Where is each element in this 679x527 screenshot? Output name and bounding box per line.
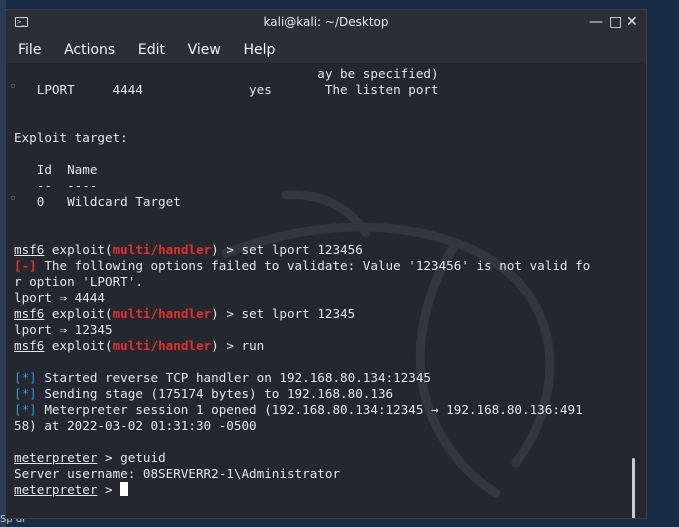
info-line: 58) at 2022-03-02 01:31:30 -0500 bbox=[14, 418, 257, 433]
menu-edit[interactable]: Edit bbox=[138, 37, 165, 63]
menu-actions[interactable]: Actions bbox=[64, 37, 115, 63]
msf-prompt: msf6 bbox=[14, 242, 45, 257]
command-text: set lport 123456 bbox=[241, 242, 363, 257]
prompt-text: exploit( bbox=[44, 306, 113, 321]
meterpreter-prompt: meterpreter bbox=[14, 450, 98, 465]
command-text: getuid bbox=[120, 450, 166, 465]
output-line: Server username: 08SERVERR2-1\Administra… bbox=[14, 466, 341, 481]
text-cursor[interactable] bbox=[120, 482, 129, 496]
msf-command-line: msf6 exploit(multi/handler) > set lport … bbox=[14, 306, 590, 322]
terminal-lines: ay be specified) LPORT 4444 yes The list… bbox=[14, 66, 590, 498]
prompt-text: exploit( bbox=[44, 242, 113, 257]
module-name: multi/handler bbox=[112, 242, 212, 257]
prompt-text: > bbox=[97, 450, 121, 465]
scrollbar[interactable] bbox=[632, 458, 635, 518]
info-line: [*] Started reverse TCP handler on 192.1… bbox=[14, 370, 590, 386]
error-text: The following options failed to validate… bbox=[36, 258, 591, 273]
maximize-icon[interactable]: □ bbox=[609, 13, 622, 31]
prompt-text: ) > bbox=[211, 338, 242, 353]
menu-help[interactable]: Help bbox=[244, 37, 276, 63]
info-text: Started reverse TCP handler on 192.168.8… bbox=[36, 370, 432, 385]
info-tag: [*] bbox=[14, 402, 37, 417]
info-tag: [*] bbox=[14, 370, 37, 385]
msf-prompt: msf6 bbox=[14, 306, 45, 321]
command-text: run bbox=[241, 338, 265, 353]
minimize-icon[interactable]: — bbox=[589, 13, 603, 31]
title-bar[interactable]: >_ kali@kali: ~/Desktop — □ ✕ bbox=[6, 10, 646, 37]
command-text: set lport 12345 bbox=[241, 306, 356, 321]
prompt-text: ) > bbox=[211, 242, 242, 257]
meterpreter-prompt: meterpreter bbox=[14, 482, 98, 497]
prompt-text: ) > bbox=[211, 306, 242, 321]
module-name: multi/handler bbox=[112, 306, 212, 321]
terminal-line: LPORT 4444 yes The listen port bbox=[14, 82, 439, 97]
prompt-text: > bbox=[97, 482, 121, 497]
meterpreter-input-line[interactable]: meterpreter > bbox=[14, 482, 590, 498]
info-tag: [*] bbox=[14, 386, 37, 401]
menu-file[interactable]: File bbox=[18, 37, 41, 63]
msf-command-line: msf6 exploit(multi/handler) > set lport … bbox=[14, 242, 590, 258]
terminal-line: Exploit target: bbox=[14, 130, 128, 145]
info-text: Meterpreter session 1 opened (192.168.80… bbox=[36, 402, 583, 417]
terminal-output[interactable]: ▫ ▫ ay be specified) LPORT 4444 yes The … bbox=[6, 63, 646, 518]
window-title: kali@kali: ~/Desktop bbox=[263, 15, 389, 29]
msf-command-line: msf6 exploit(multi/handler) > run bbox=[14, 338, 590, 354]
output-line: lport ⇒ 12345 bbox=[14, 322, 113, 337]
error-line: [-] The following options failed to vali… bbox=[14, 258, 590, 274]
info-line: [*] Sending stage (175174 bytes) to 192.… bbox=[14, 386, 590, 402]
info-text: Sending stage (175174 bytes) to 192.168.… bbox=[36, 386, 394, 401]
output-line: lport ⇒ 4444 bbox=[14, 290, 105, 305]
error-line: r option 'LPORT'. bbox=[14, 274, 143, 289]
meterpreter-command-line: meterpreter > getuid bbox=[14, 450, 590, 466]
close-icon[interactable]: ✕ bbox=[626, 13, 638, 31]
terminal-window: >_ kali@kali: ~/Desktop — □ ✕ File Actio… bbox=[5, 9, 647, 519]
msf-prompt: msf6 bbox=[14, 338, 45, 353]
menu-view[interactable]: View bbox=[188, 37, 221, 63]
info-line: [*] Meterpreter session 1 opened (192.16… bbox=[14, 402, 590, 418]
menu-bar: File Actions Edit View Help bbox=[6, 37, 646, 63]
terminal-line: Id Name bbox=[14, 162, 98, 177]
terminal-line: ay be specified) bbox=[14, 66, 439, 81]
terminal-line: 0 Wildcard Target bbox=[14, 194, 181, 209]
prompt-text: exploit( bbox=[44, 338, 113, 353]
terminal-line: -- ---- bbox=[14, 178, 98, 193]
error-tag: [-] bbox=[14, 258, 37, 273]
module-name: multi/handler bbox=[112, 338, 212, 353]
